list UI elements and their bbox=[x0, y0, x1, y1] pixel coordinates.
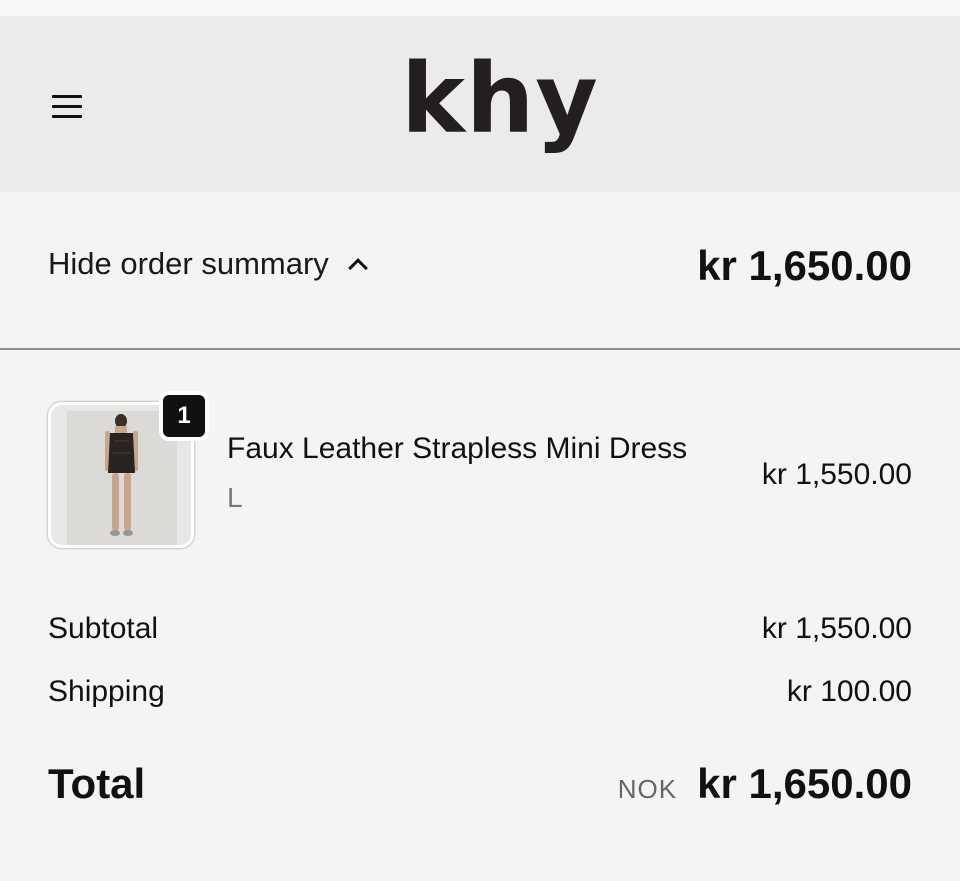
hamburger-menu-icon-line bbox=[52, 114, 82, 118]
total-value: kr 1,650.00 bbox=[697, 760, 912, 807]
shipping-label: Shipping bbox=[48, 675, 165, 708]
total-label: Total bbox=[48, 760, 146, 807]
store-logo[interactable]: khy bbox=[385, 44, 615, 154]
order-summary-toggle-label: Hide order summary bbox=[48, 246, 329, 281]
quantity-badge: 1 bbox=[159, 391, 209, 441]
order-summary-toggle[interactable]: Hide order summary bbox=[48, 244, 368, 284]
product-price: kr 1,550.00 bbox=[761, 458, 912, 491]
total-amount-group: NOK kr 1,650.00 bbox=[618, 760, 912, 808]
hamburger-menu-icon-line bbox=[52, 104, 82, 108]
currency-code: NOK bbox=[617, 774, 678, 804]
menu-button[interactable] bbox=[44, 86, 90, 126]
subtotal-label: Subtotal bbox=[48, 612, 159, 645]
chevron-up-icon bbox=[347, 258, 368, 278]
status-strip bbox=[0, 0, 960, 16]
hamburger-menu-icon bbox=[52, 94, 82, 98]
shipping-value: kr 100.00 bbox=[786, 675, 912, 708]
product-variant: L bbox=[227, 482, 243, 513]
order-summary-bar: Hide order summary kr 1,650.00 bbox=[0, 192, 960, 350]
order-summary-total: kr 1,650.00 bbox=[697, 242, 912, 289]
site-header: khy bbox=[0, 16, 960, 192]
subtotal-value: kr 1,550.00 bbox=[761, 612, 912, 645]
product-title: Faux Leather Strapless Mini Dress bbox=[227, 432, 688, 465]
product-thumbnail: 1 bbox=[48, 391, 209, 548]
